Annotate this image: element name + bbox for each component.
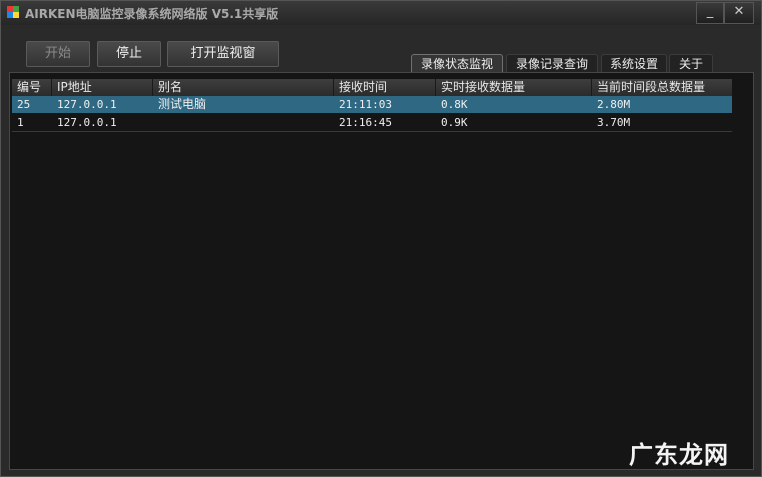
window-title: AIRKEN电脑监控录像系统网络版 V5.1共享版: [25, 7, 279, 21]
column-header-total-data[interactable]: 当前时间段总数据量: [592, 79, 732, 96]
stop-button[interactable]: 停止: [97, 41, 161, 67]
close-icon: ✕: [733, 4, 745, 19]
tab-settings[interactable]: 系统设置: [601, 54, 667, 73]
tab-recording-query[interactable]: 录像记录查询: [506, 54, 598, 73]
column-header-id[interactable]: 编号: [12, 79, 52, 96]
close-button[interactable]: ✕: [724, 2, 754, 24]
app-window: AIRKEN电脑监控录像系统网络版 V5.1共享版 _ ✕ 开始 停止 打开监视…: [0, 0, 762, 477]
cell-alias: [153, 114, 158, 131]
title-bar[interactable]: AIRKEN电脑监控录像系统网络版 V5.1共享版 _ ✕: [1, 1, 761, 25]
watermark-text: 广东龙网: [629, 441, 729, 469]
cell-alias: 测试电脑: [158, 97, 207, 111]
start-button[interactable]: 开始: [26, 41, 90, 67]
device-list-panel: 编号 IP地址 别名 接收时间 实时接收数据量 当前时间段总数据量 25 127…: [9, 72, 754, 470]
cell-total-data: 3.70M: [597, 116, 631, 129]
tab-about[interactable]: 关于: [669, 54, 713, 73]
open-monitor-button[interactable]: 打开监视窗: [167, 41, 279, 67]
table-header: 编号 IP地址 别名 接收时间 实时接收数据量 当前时间段总数据量: [12, 79, 732, 96]
table-row[interactable]: 1 127.0.0.1 21:16:45 0.9K 3.70M: [12, 114, 732, 132]
table-row[interactable]: 25 127.0.0.1 测试电脑 21:11:03 0.8K 2.80M: [12, 96, 732, 113]
cell-realtime-data: 0.9K: [441, 116, 468, 129]
cell-ip: 127.0.0.1: [57, 116, 117, 129]
cell-realtime-data: 0.8K: [441, 98, 468, 111]
cell-id: 25: [17, 98, 31, 111]
column-header-ip[interactable]: IP地址: [52, 79, 153, 96]
column-header-alias[interactable]: 别名: [153, 79, 334, 96]
minimize-button[interactable]: _: [696, 2, 724, 24]
column-header-realtime-data[interactable]: 实时接收数据量: [436, 79, 592, 96]
app-logo-icon: [7, 6, 19, 18]
cell-total-data: 2.80M: [597, 98, 631, 111]
cell-ip: 127.0.0.1: [57, 98, 117, 111]
column-header-receive-time[interactable]: 接收时间: [334, 79, 436, 96]
cell-receive-time: 21:16:45: [339, 116, 392, 129]
cell-id: 1: [17, 116, 24, 129]
minimize-icon: _: [706, 4, 714, 19]
cell-receive-time: 21:11:03: [339, 98, 392, 111]
tab-recording-status[interactable]: 录像状态监视: [411, 54, 503, 73]
